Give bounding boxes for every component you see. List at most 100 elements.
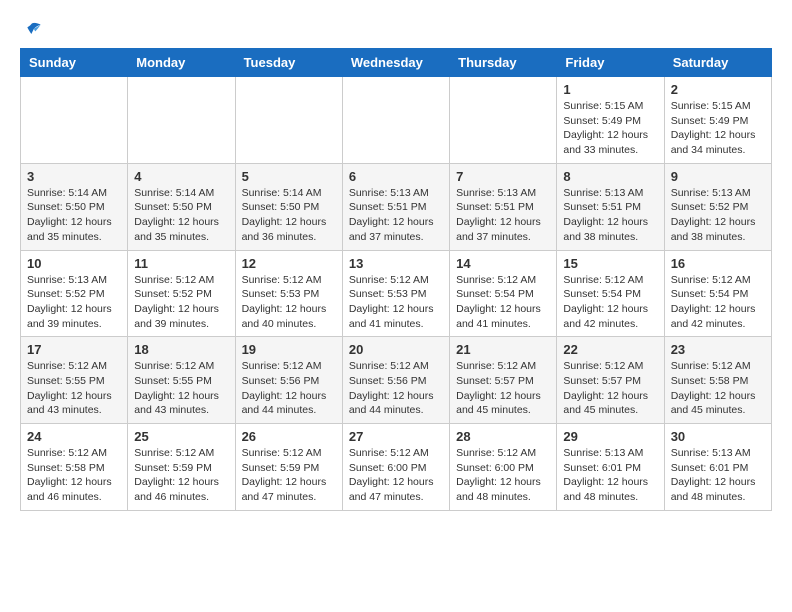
day-number: 4 xyxy=(134,169,228,184)
day-info: Sunrise: 5:12 AM Sunset: 5:59 PM Dayligh… xyxy=(242,446,336,505)
calendar-day-cell: 14 Sunrise: 5:12 AM Sunset: 5:54 PM Dayli… xyxy=(450,250,557,337)
day-number: 20 xyxy=(349,342,443,357)
day-info: Sunrise: 5:12 AM Sunset: 6:00 PM Dayligh… xyxy=(349,446,443,505)
day-info: Sunrise: 5:13 AM Sunset: 6:01 PM Dayligh… xyxy=(671,446,765,505)
calendar-day-cell: 25 Sunrise: 5:12 AM Sunset: 5:59 PM Dayli… xyxy=(128,424,235,511)
calendar-day-cell: 30 Sunrise: 5:13 AM Sunset: 6:01 PM Dayli… xyxy=(664,424,771,511)
calendar-day-cell: 6 Sunrise: 5:13 AM Sunset: 5:51 PM Daylig… xyxy=(342,163,449,250)
calendar-day-cell: 19Sunrise: 5:12 AM Sunset: 5:56 PM Dayli… xyxy=(235,337,342,424)
day-number: 2 xyxy=(671,82,765,97)
weekday-header-sunday: Sunday xyxy=(21,49,128,77)
day-info: Sunrise: 5:12 AM Sunset: 6:00 PM Dayligh… xyxy=(456,446,550,505)
calendar-day-cell: 17Sunrise: 5:12 AM Sunset: 5:55 PM Dayli… xyxy=(21,337,128,424)
day-number: 5 xyxy=(242,169,336,184)
day-number: 27 xyxy=(349,429,443,444)
calendar-day-cell: 24 Sunrise: 5:12 AM Sunset: 5:58 PM Dayli… xyxy=(21,424,128,511)
calendar-day-cell: 1 Sunrise: 5:15 AM Sunset: 5:49 PM Daylig… xyxy=(557,77,664,164)
day-info: Sunrise: 5:13 AM Sunset: 5:52 PM Dayligh… xyxy=(671,186,765,245)
weekday-header-row: SundayMondayTuesdayWednesdayThursdayFrid… xyxy=(21,49,772,77)
day-info: Sunrise: 5:12 AM Sunset: 5:55 PM Dayligh… xyxy=(134,359,228,418)
day-number: 14 xyxy=(456,256,550,271)
day-number: 25 xyxy=(134,429,228,444)
calendar-day-cell: 23 Sunrise: 5:12 AM Sunset: 5:58 PM Dayli… xyxy=(664,337,771,424)
calendar-day-cell: 10Sunrise: 5:13 AM Sunset: 5:52 PM Dayli… xyxy=(21,250,128,337)
day-info: Sunrise: 5:12 AM Sunset: 5:53 PM Dayligh… xyxy=(242,273,336,332)
day-info: Sunrise: 5:12 AM Sunset: 5:53 PM Dayligh… xyxy=(349,273,443,332)
day-number: 22 xyxy=(563,342,657,357)
calendar-day-cell: 2 Sunrise: 5:15 AM Sunset: 5:49 PM Daylig… xyxy=(664,77,771,164)
day-info: Sunrise: 5:13 AM Sunset: 5:51 PM Dayligh… xyxy=(349,186,443,245)
calendar-day-cell: 9 Sunrise: 5:13 AM Sunset: 5:52 PM Daylig… xyxy=(664,163,771,250)
calendar-week-row: 24 Sunrise: 5:12 AM Sunset: 5:58 PM Dayli… xyxy=(21,424,772,511)
weekday-header-wednesday: Wednesday xyxy=(342,49,449,77)
calendar-day-cell: 7Sunrise: 5:13 AM Sunset: 5:51 PM Daylig… xyxy=(450,163,557,250)
calendar-day-cell: 5 Sunrise: 5:14 AM Sunset: 5:50 PM Daylig… xyxy=(235,163,342,250)
calendar-day-cell: 8 Sunrise: 5:13 AM Sunset: 5:51 PM Daylig… xyxy=(557,163,664,250)
day-info: Sunrise: 5:13 AM Sunset: 6:01 PM Dayligh… xyxy=(563,446,657,505)
day-number: 28 xyxy=(456,429,550,444)
calendar-week-row: 10Sunrise: 5:13 AM Sunset: 5:52 PM Dayli… xyxy=(21,250,772,337)
day-info: Sunrise: 5:12 AM Sunset: 5:59 PM Dayligh… xyxy=(134,446,228,505)
logo-bird-icon xyxy=(22,20,42,40)
day-info: Sunrise: 5:12 AM Sunset: 5:54 PM Dayligh… xyxy=(671,273,765,332)
calendar-week-row: 3 Sunrise: 5:14 AM Sunset: 5:50 PM Daylig… xyxy=(21,163,772,250)
calendar-day-cell: 15Sunrise: 5:12 AM Sunset: 5:54 PM Dayli… xyxy=(557,250,664,337)
calendar-day-cell: 21 Sunrise: 5:12 AM Sunset: 5:57 PM Dayli… xyxy=(450,337,557,424)
calendar-table: SundayMondayTuesdayWednesdayThursdayFrid… xyxy=(20,48,772,511)
calendar-day-cell xyxy=(450,77,557,164)
calendar-day-cell xyxy=(342,77,449,164)
day-info: Sunrise: 5:12 AM Sunset: 5:56 PM Dayligh… xyxy=(349,359,443,418)
day-number: 23 xyxy=(671,342,765,357)
calendar-day-cell: 3 Sunrise: 5:14 AM Sunset: 5:50 PM Daylig… xyxy=(21,163,128,250)
calendar-day-cell: 28 Sunrise: 5:12 AM Sunset: 6:00 PM Dayli… xyxy=(450,424,557,511)
calendar-day-cell: 11 Sunrise: 5:12 AM Sunset: 5:52 PM Dayli… xyxy=(128,250,235,337)
day-number: 26 xyxy=(242,429,336,444)
day-info: Sunrise: 5:12 AM Sunset: 5:54 PM Dayligh… xyxy=(456,273,550,332)
day-info: Sunrise: 5:14 AM Sunset: 5:50 PM Dayligh… xyxy=(242,186,336,245)
day-number: 10 xyxy=(27,256,121,271)
day-number: 21 xyxy=(456,342,550,357)
day-info: Sunrise: 5:12 AM Sunset: 5:58 PM Dayligh… xyxy=(27,446,121,505)
calendar-day-cell: 4Sunrise: 5:14 AM Sunset: 5:50 PM Daylig… xyxy=(128,163,235,250)
calendar-day-cell: 26 Sunrise: 5:12 AM Sunset: 5:59 PM Dayli… xyxy=(235,424,342,511)
day-number: 30 xyxy=(671,429,765,444)
day-info: Sunrise: 5:12 AM Sunset: 5:52 PM Dayligh… xyxy=(134,273,228,332)
day-info: Sunrise: 5:15 AM Sunset: 5:49 PM Dayligh… xyxy=(563,99,657,158)
calendar-day-cell xyxy=(128,77,235,164)
weekday-header-friday: Friday xyxy=(557,49,664,77)
weekday-header-tuesday: Tuesday xyxy=(235,49,342,77)
calendar-day-cell: 29 Sunrise: 5:13 AM Sunset: 6:01 PM Dayli… xyxy=(557,424,664,511)
day-number: 8 xyxy=(563,169,657,184)
day-number: 18 xyxy=(134,342,228,357)
day-number: 1 xyxy=(563,82,657,97)
logo xyxy=(20,20,42,40)
calendar-day-cell: 18 Sunrise: 5:12 AM Sunset: 5:55 PM Dayli… xyxy=(128,337,235,424)
day-number: 11 xyxy=(134,256,228,271)
day-number: 3 xyxy=(27,169,121,184)
day-info: Sunrise: 5:12 AM Sunset: 5:56 PM Dayligh… xyxy=(242,359,336,418)
day-info: Sunrise: 5:14 AM Sunset: 5:50 PM Dayligh… xyxy=(27,186,121,245)
day-number: 16 xyxy=(671,256,765,271)
day-number: 6 xyxy=(349,169,443,184)
calendar-day-cell: 20 Sunrise: 5:12 AM Sunset: 5:56 PM Dayli… xyxy=(342,337,449,424)
calendar-day-cell: 22 Sunrise: 5:12 AM Sunset: 5:57 PM Dayli… xyxy=(557,337,664,424)
calendar-day-cell xyxy=(21,77,128,164)
day-info: Sunrise: 5:12 AM Sunset: 5:54 PM Dayligh… xyxy=(563,273,657,332)
day-info: Sunrise: 5:13 AM Sunset: 5:51 PM Dayligh… xyxy=(563,186,657,245)
day-info: Sunrise: 5:15 AM Sunset: 5:49 PM Dayligh… xyxy=(671,99,765,158)
day-number: 7 xyxy=(456,169,550,184)
calendar-day-cell: 12 Sunrise: 5:12 AM Sunset: 5:53 PM Dayli… xyxy=(235,250,342,337)
weekday-header-saturday: Saturday xyxy=(664,49,771,77)
calendar-day-cell xyxy=(235,77,342,164)
day-info: Sunrise: 5:12 AM Sunset: 5:57 PM Dayligh… xyxy=(563,359,657,418)
day-number: 17 xyxy=(27,342,121,357)
day-number: 13 xyxy=(349,256,443,271)
day-number: 12 xyxy=(242,256,336,271)
day-info: Sunrise: 5:12 AM Sunset: 5:57 PM Dayligh… xyxy=(456,359,550,418)
day-number: 24 xyxy=(27,429,121,444)
calendar-day-cell: 16 Sunrise: 5:12 AM Sunset: 5:54 PM Dayli… xyxy=(664,250,771,337)
day-number: 9 xyxy=(671,169,765,184)
calendar-day-cell: 13 Sunrise: 5:12 AM Sunset: 5:53 PM Dayli… xyxy=(342,250,449,337)
day-info: Sunrise: 5:12 AM Sunset: 5:58 PM Dayligh… xyxy=(671,359,765,418)
day-number: 29 xyxy=(563,429,657,444)
